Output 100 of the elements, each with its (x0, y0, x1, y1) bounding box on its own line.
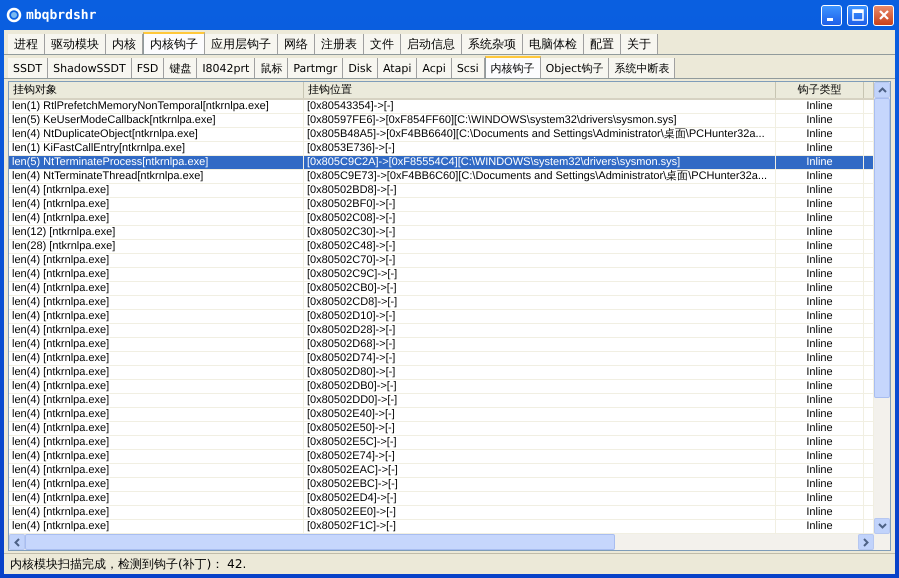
table-row[interactable]: len(4) NtTerminateThread[ntkrnlpa.exe] [0x805C9E73]->[0xF4BB6C60][C:\Documents and Settings\Administrator\桌面\PCHunter32a... Inline (9, 170, 874, 184)
tab[interactable]: 关于 (621, 34, 658, 54)
tab[interactable]: 键盘 (164, 58, 198, 78)
tab[interactable]: Acpi (417, 58, 452, 78)
tab[interactable]: 文件 (364, 34, 401, 54)
table-cell: Inline (776, 114, 864, 127)
table-row[interactable]: len(4) [ntkrnlpa.exe] [0x80502CD8]->[-] Inline (9, 296, 874, 310)
tab[interactable]: 应用层钩子 (205, 34, 278, 54)
tab[interactable]: 系统中断表 (609, 58, 676, 78)
table-row[interactable]: len(4) [ntkrnlpa.exe] [0x80502D10]->[-] Inline (9, 310, 874, 324)
tab[interactable]: Partmgr (288, 58, 344, 78)
table-row[interactable]: len(4) [ntkrnlpa.exe] [0x80502C70]->[-] Inline (9, 254, 874, 268)
column-header[interactable]: 挂钩位置 (304, 82, 776, 98)
tab[interactable]: 鼠标 (255, 58, 288, 78)
table-cell: [0x80502CB0]->[-] (304, 282, 776, 295)
table-cell: [0x80502E50]->[-] (304, 422, 776, 435)
table-cell: [0x805B48A5]->[0xF4BB6640][C:\Documents and Settings\Administrator\桌面\PCHunter32a... (304, 128, 776, 141)
table-cell: [0x80502EE0]->[-] (304, 506, 776, 519)
table-cell: Inline (776, 282, 864, 295)
table-cell: len(4) [ntkrnlpa.exe] (9, 492, 304, 505)
table-row[interactable]: len(4) [ntkrnlpa.exe] [0x80502CB0]->[-] Inline (9, 282, 874, 296)
table-cell: [0x80502C30]->[-] (304, 226, 776, 239)
table-row[interactable]: len(28) [ntkrnlpa.exe] [0x80502C48]->[-] Inline (9, 240, 874, 254)
table-cell: len(4) [ntkrnlpa.exe] (9, 408, 304, 421)
table-cell: Inline (776, 352, 864, 365)
tab[interactable]: Disk (343, 58, 378, 78)
tab[interactable]: SSDT (8, 58, 48, 78)
table-cell: Inline (776, 380, 864, 393)
table-cell: Inline (776, 478, 864, 491)
tab[interactable]: ShadowSSDT (48, 58, 132, 78)
table-row[interactable]: len(4) [ntkrnlpa.exe] [0x80502D74]->[-] Inline (9, 352, 874, 366)
table-row[interactable]: len(4) NtDuplicateObject[ntkrnlpa.exe] [0x805B48A5]->[0xF4BB6640][C:\Documents and Settings\Administrator\桌面\PCHunter32a... Inline (9, 128, 874, 142)
table-row[interactable]: len(4) [ntkrnlpa.exe] [0x80502EE0]->[-] Inline (9, 506, 874, 520)
table-cell: len(4) [ntkrnlpa.exe] (9, 380, 304, 393)
table-cell: len(4) [ntkrnlpa.exe] (9, 520, 304, 533)
table-row[interactable]: len(5) KeUserModeCallback[ntkrnlpa.exe] [0x80597FE6]->[0xF854FF60][C:\WINDOWS\system32\drivers\sysmon.sys] Inline (9, 114, 874, 128)
table-cell: Inline (776, 450, 864, 463)
column-header[interactable]: 钩子类型 (776, 82, 864, 98)
tab[interactable]: 启动信息 (401, 34, 462, 54)
table-cell: len(4) [ntkrnlpa.exe] (9, 324, 304, 337)
table-row[interactable]: len(4) [ntkrnlpa.exe] [0x80502E40]->[-] Inline (9, 408, 874, 422)
tab[interactable]: I8042prt (197, 58, 256, 78)
table-row[interactable]: len(1) RtlPrefetchMemoryNonTemporal[ntkrnlpa.exe] [0x80543354]->[-] Inline (9, 100, 874, 114)
table-cell: Inline (776, 184, 864, 197)
tab[interactable]: 内核钩子 (484, 56, 541, 78)
table-cell: [0x80502EBC]->[-] (304, 478, 776, 491)
table-cell: Inline (776, 170, 864, 183)
tab[interactable]: 驱动模块 (45, 34, 106, 54)
tab[interactable]: 内核 (106, 34, 143, 54)
tab[interactable]: 配置 (584, 34, 621, 54)
horizontal-scrollbar[interactable] (9, 534, 890, 550)
table-row[interactable]: len(4) [ntkrnlpa.exe] [0x80502DB0]->[-] Inline (9, 380, 874, 394)
tab[interactable]: 进程 (8, 34, 45, 54)
table-cell: Inline (776, 492, 864, 505)
tab[interactable]: 注册表 (315, 34, 364, 54)
tab[interactable]: Atapi (378, 58, 418, 78)
table-row[interactable]: len(4) [ntkrnlpa.exe] [0x80502DD0]->[-] Inline (9, 394, 874, 408)
column-header[interactable]: 挂钩对象 (9, 82, 304, 98)
minimize-button[interactable] (821, 4, 842, 26)
tab[interactable]: Object钩子 (540, 58, 610, 78)
maximize-button[interactable] (847, 4, 868, 26)
table-row[interactable]: len(4) [ntkrnlpa.exe] [0x80502ED4]->[-] Inline (9, 492, 874, 506)
tab[interactable]: 系统杂项 (462, 34, 523, 54)
minimize-icon (827, 18, 833, 20)
table-row[interactable]: len(4) [ntkrnlpa.exe] [0x80502EBC]->[-] Inline (9, 478, 874, 492)
table-row[interactable]: len(4) [ntkrnlpa.exe] [0x80502D28]->[-] Inline (9, 324, 874, 338)
tab[interactable]: Scsi (452, 58, 485, 78)
scrollbar-thumb[interactable] (25, 534, 615, 550)
table-row[interactable]: len(4) [ntkrnlpa.exe] [0x80502C08]->[-] Inline (9, 212, 874, 226)
table-cell: [0x80502F1C]->[-] (304, 520, 776, 533)
table-row[interactable]: len(4) [ntkrnlpa.exe] [0x80502C9C]->[-] Inline (9, 268, 874, 282)
tab[interactable]: 网络 (278, 34, 315, 54)
table-cell: Inline (776, 212, 864, 225)
table-cell: [0x80543354]->[-] (304, 100, 776, 113)
table-cell: len(4) [ntkrnlpa.exe] (9, 338, 304, 351)
table-row[interactable]: len(12) [ntkrnlpa.exe] [0x80502C30]->[-] Inline (9, 226, 874, 240)
table-cell: len(4) [ntkrnlpa.exe] (9, 198, 304, 211)
scrollbar-thumb[interactable] (874, 98, 890, 398)
table-row[interactable]: len(4) [ntkrnlpa.exe] [0x80502E50]->[-] Inline (9, 422, 874, 436)
table-cell: len(4) [ntkrnlpa.exe] (9, 212, 304, 225)
table-cell: len(4) [ntkrnlpa.exe] (9, 436, 304, 449)
table-cell: len(5) NtTerminateProcess[ntkrnlpa.exe] (9, 156, 304, 169)
table-cell: Inline (776, 520, 864, 533)
table-cell: Inline (776, 408, 864, 421)
table-row[interactable]: len(4) [ntkrnlpa.exe] [0x80502E74]->[-] Inline (9, 450, 874, 464)
table-row[interactable]: len(4) [ntkrnlpa.exe] [0x80502BD8]->[-] Inline (9, 184, 874, 198)
scroll-up-icon (878, 87, 886, 93)
tab[interactable]: 内核钩子 (143, 32, 205, 54)
table-cell: [0x80502C70]->[-] (304, 254, 776, 267)
table-row[interactable]: len(4) [ntkrnlpa.exe] [0x80502D68]->[-] Inline (9, 338, 874, 352)
vertical-scrollbar[interactable] (874, 82, 890, 534)
table-row[interactable]: len(4) [ntkrnlpa.exe] [0x80502D80]->[-] Inline (9, 366, 874, 380)
table-row[interactable]: len(4) [ntkrnlpa.exe] [0x80502BF0]->[-] Inline (9, 198, 874, 212)
table-row[interactable]: len(5) NtTerminateProcess[ntkrnlpa.exe] [0x805C9C2A]->[0xF85554C4][C:\WINDOWS\system32\drivers\sysmon.sys] Inline (9, 156, 874, 170)
tab[interactable]: 电脑体检 (523, 34, 584, 54)
table-cell: Inline (776, 394, 864, 407)
tab[interactable]: FSD (132, 58, 164, 78)
table-row[interactable]: len(4) [ntkrnlpa.exe] [0x80502EAC]->[-] Inline (9, 464, 874, 478)
close-button[interactable] (873, 4, 894, 26)
table-row[interactable]: len(4) [ntkrnlpa.exe] [0x80502E5C]->[-] Inline (9, 436, 874, 450)
